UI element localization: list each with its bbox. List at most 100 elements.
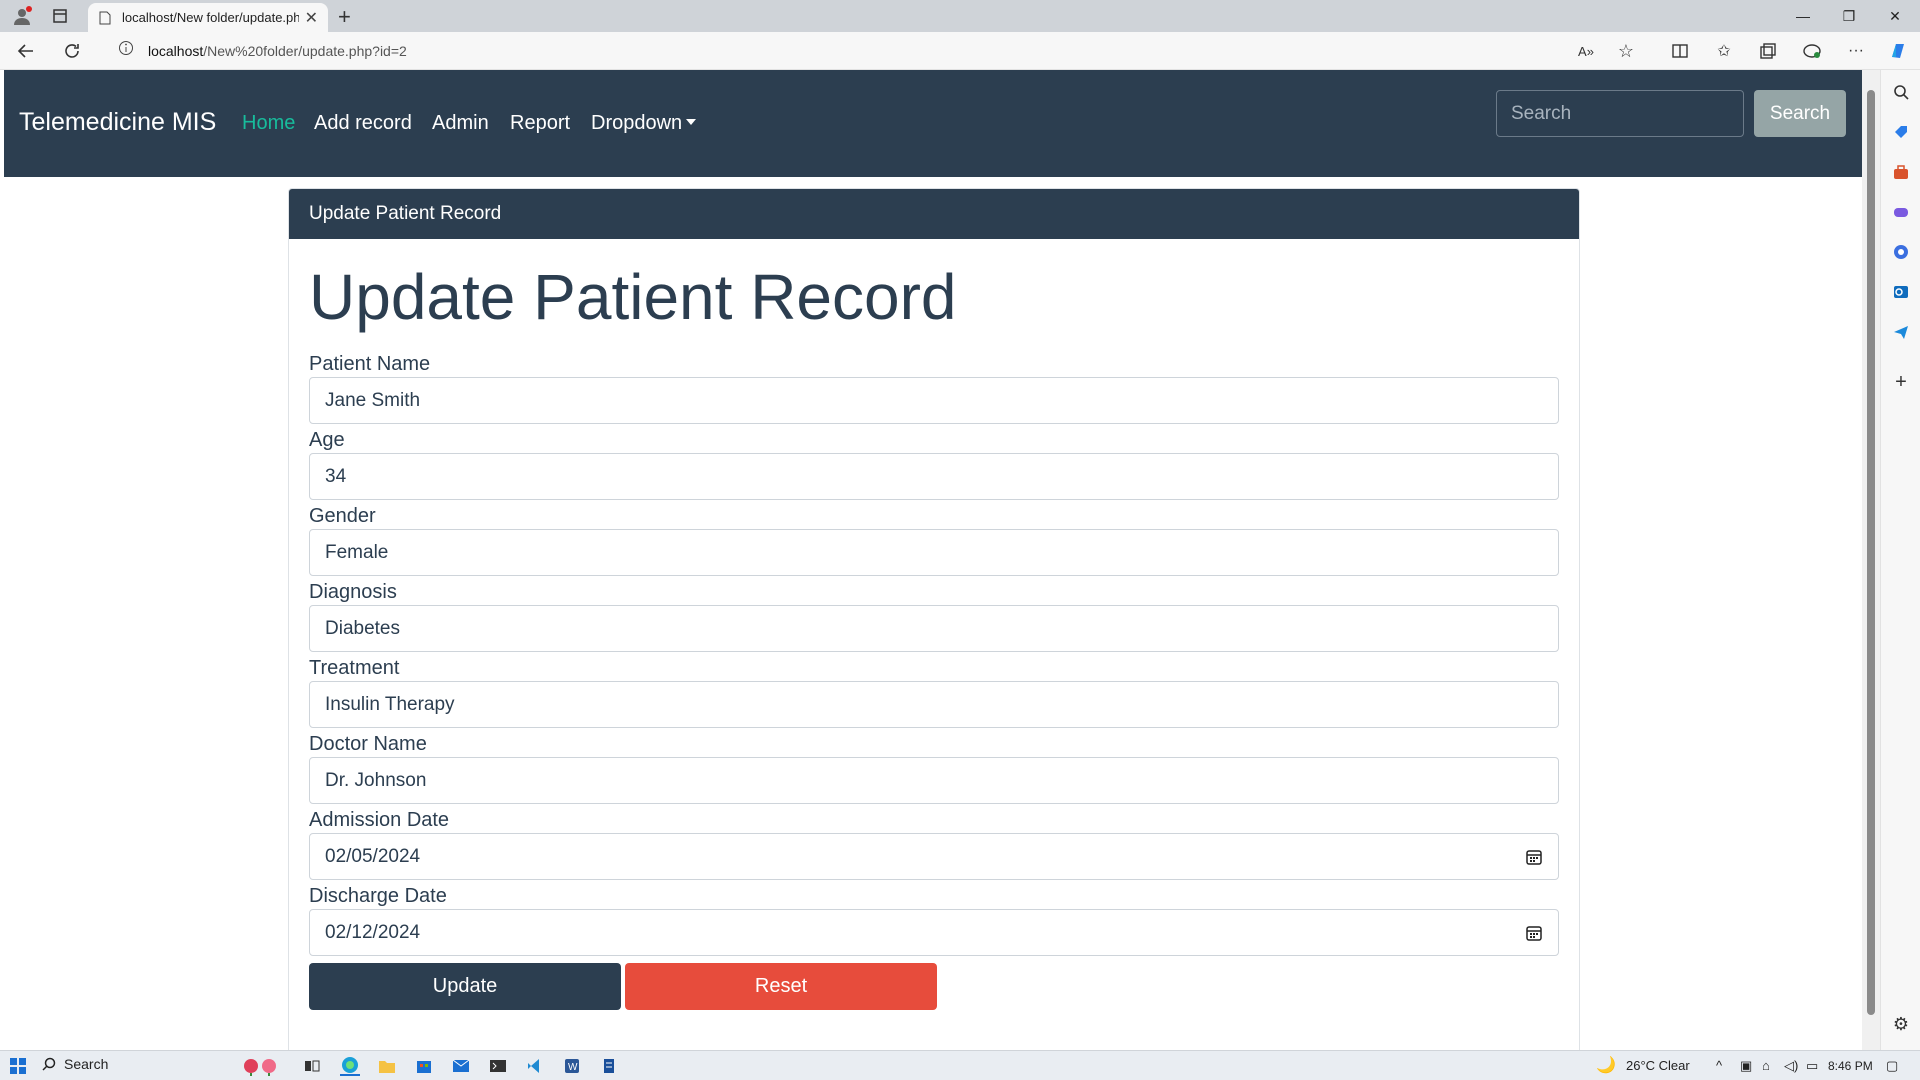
windows-taskbar: Search W 🌙 26°C Clear ^ ▣ ⌂ ◁) ▭ 8:46 PM… bbox=[0, 1050, 1920, 1080]
age-value: 34 bbox=[325, 465, 347, 487]
doctor-name-field[interactable]: Dr. Johnson bbox=[309, 757, 1559, 804]
update-record-card: Update Patient Record Update Patient Rec… bbox=[288, 188, 1580, 1050]
sidebar-settings-icon[interactable]: ⚙ bbox=[1891, 1014, 1911, 1034]
extensions-icon[interactable] bbox=[1800, 39, 1824, 63]
calendar-icon[interactable] bbox=[1525, 848, 1543, 866]
nav-link-home[interactable]: Home bbox=[242, 113, 295, 133]
favorite-star-icon[interactable]: ☆ bbox=[1614, 39, 1638, 63]
nav-link-add-record[interactable]: Add record bbox=[314, 113, 412, 133]
page-title: Update Patient Record bbox=[309, 261, 957, 333]
notifications-icon[interactable]: ▢ bbox=[1886, 1058, 1898, 1074]
restore-icon[interactable]: ❐ bbox=[1826, 0, 1872, 32]
search-button[interactable]: Search bbox=[1754, 90, 1846, 137]
age-label: Age bbox=[309, 429, 345, 451]
nav-link-admin[interactable]: Admin bbox=[432, 113, 489, 133]
sidebar-add-icon[interactable]: + bbox=[1891, 371, 1911, 393]
network-icon[interactable]: ⌂ bbox=[1762, 1058, 1770, 1073]
treatment-field[interactable]: Insulin Therapy bbox=[309, 681, 1559, 728]
nav-link-report[interactable]: Report bbox=[510, 113, 570, 133]
url-field[interactable]: localhost/New%20folder/update.php?id=2 bbox=[104, 36, 1644, 66]
word-icon[interactable]: W bbox=[562, 1056, 582, 1076]
search-icon bbox=[42, 1057, 56, 1071]
page-viewport: Telemedicine MIS Home Add record Admin R… bbox=[4, 70, 1862, 1050]
battery-icon[interactable]: ▭ bbox=[1806, 1058, 1818, 1074]
patient-name-value: Jane Smith bbox=[325, 389, 421, 411]
diagnosis-label: Diagnosis bbox=[309, 581, 397, 603]
file-explorer-icon[interactable] bbox=[377, 1056, 397, 1076]
page-scrollbar[interactable] bbox=[1862, 70, 1880, 1050]
split-screen-icon[interactable] bbox=[1668, 39, 1692, 63]
close-tab-icon[interactable]: ✕ bbox=[305, 8, 318, 28]
tray-chevron-icon[interactable]: ^ bbox=[1716, 1058, 1722, 1073]
update-button[interactable]: Update bbox=[309, 963, 621, 1010]
nav-dropdown[interactable]: Dropdown bbox=[591, 112, 697, 134]
mail-icon[interactable] bbox=[451, 1056, 471, 1076]
svg-text:W: W bbox=[568, 1062, 578, 1073]
search-input[interactable] bbox=[1496, 90, 1744, 137]
treatment-label: Treatment bbox=[309, 657, 400, 679]
refresh-icon[interactable] bbox=[60, 39, 84, 63]
sidebar-tools-icon[interactable] bbox=[1891, 162, 1911, 182]
sidebar-games-icon[interactable] bbox=[1891, 202, 1911, 222]
navbar-brand[interactable]: Telemedicine MIS bbox=[19, 110, 216, 135]
window-close-icon[interactable]: ✕ bbox=[1872, 0, 1918, 32]
weather-text[interactable]: 26°C Clear bbox=[1626, 1058, 1690, 1073]
patient-name-field[interactable]: Jane Smith bbox=[309, 377, 1559, 424]
collections-icon[interactable] bbox=[1756, 39, 1780, 63]
gender-label: Gender bbox=[309, 505, 376, 527]
card-body: Update Patient Record Patient Name Jane … bbox=[289, 265, 1579, 1010]
admission-date-value: 02/05/2024 bbox=[325, 845, 421, 867]
calendar-icon[interactable] bbox=[1525, 924, 1543, 942]
sidebar-send-icon[interactable] bbox=[1891, 322, 1911, 342]
vscode-icon[interactable] bbox=[525, 1056, 545, 1076]
scrollbar-thumb[interactable] bbox=[1867, 90, 1875, 1015]
sidebar-office-icon[interactable] bbox=[1891, 242, 1911, 262]
browser-sidebar: + ⚙ bbox=[1880, 70, 1920, 1050]
gender-field[interactable]: Female bbox=[309, 529, 1559, 576]
favorites-icon[interactable]: ✩ bbox=[1712, 39, 1736, 63]
gender-value: Female bbox=[325, 541, 389, 563]
browser-tab-strip: localhost/New folder/update.php ✕ + — ❐ … bbox=[0, 0, 1920, 32]
browser-tab[interactable]: localhost/New folder/update.php ✕ bbox=[88, 3, 328, 32]
read-aloud-icon[interactable]: A» bbox=[1574, 39, 1598, 63]
more-options-icon[interactable]: ··· bbox=[1844, 39, 1868, 63]
url-path: /New%20folder/update.php?id=2 bbox=[203, 43, 407, 59]
reset-button[interactable]: Reset bbox=[625, 963, 937, 1010]
tab-actions-icon[interactable] bbox=[50, 6, 70, 26]
navbar: Telemedicine MIS Home Add record Admin R… bbox=[4, 70, 1862, 177]
store-icon[interactable] bbox=[414, 1056, 434, 1076]
nav-dropdown-label: Dropdown bbox=[591, 112, 683, 134]
minimize-icon[interactable]: — bbox=[1780, 0, 1826, 32]
back-icon[interactable] bbox=[14, 39, 38, 63]
age-field[interactable]: 34 bbox=[309, 453, 1559, 500]
admission-date-field[interactable]: 02/05/2024 bbox=[309, 833, 1559, 880]
notification-dot bbox=[26, 6, 32, 12]
treatment-value: Insulin Therapy bbox=[325, 693, 455, 715]
site-info-icon[interactable] bbox=[118, 40, 134, 61]
copilot-icon[interactable] bbox=[1886, 39, 1910, 63]
app-icon[interactable] bbox=[599, 1056, 619, 1076]
edge-taskbar-icon[interactable] bbox=[340, 1056, 360, 1076]
url-host: localhost bbox=[148, 43, 204, 59]
terminal-icon[interactable] bbox=[488, 1056, 508, 1076]
tray-device-icon[interactable]: ▣ bbox=[1740, 1058, 1752, 1074]
volume-icon[interactable]: ◁) bbox=[1784, 1058, 1798, 1074]
discharge-date-value: 02/12/2024 bbox=[325, 921, 421, 943]
windows-start-icon[interactable] bbox=[8, 1056, 28, 1076]
sidebar-outlook-icon[interactable] bbox=[1891, 282, 1911, 302]
flowers-widget-icon[interactable] bbox=[240, 1056, 286, 1076]
form-buttons: Update Reset bbox=[309, 963, 1559, 1010]
diagnosis-field[interactable]: Diabetes bbox=[309, 605, 1559, 652]
clock-time[interactable]: 8:46 PM bbox=[1828, 1059, 1873, 1073]
admission-date-label: Admission Date bbox=[309, 809, 450, 831]
task-view-icon[interactable] bbox=[302, 1056, 322, 1076]
sidebar-shopping-icon[interactable] bbox=[1891, 122, 1911, 142]
page-icon bbox=[99, 11, 111, 24]
discharge-date-field[interactable]: 02/12/2024 bbox=[309, 909, 1559, 956]
patient-name-label: Patient Name bbox=[309, 353, 431, 375]
weather-moon-icon: 🌙 bbox=[1596, 1057, 1616, 1074]
new-tab-icon[interactable]: + bbox=[338, 4, 351, 30]
card-header: Update Patient Record bbox=[289, 189, 1579, 239]
taskbar-search[interactable]: Search bbox=[42, 1056, 108, 1072]
sidebar-search-icon[interactable] bbox=[1891, 82, 1911, 102]
